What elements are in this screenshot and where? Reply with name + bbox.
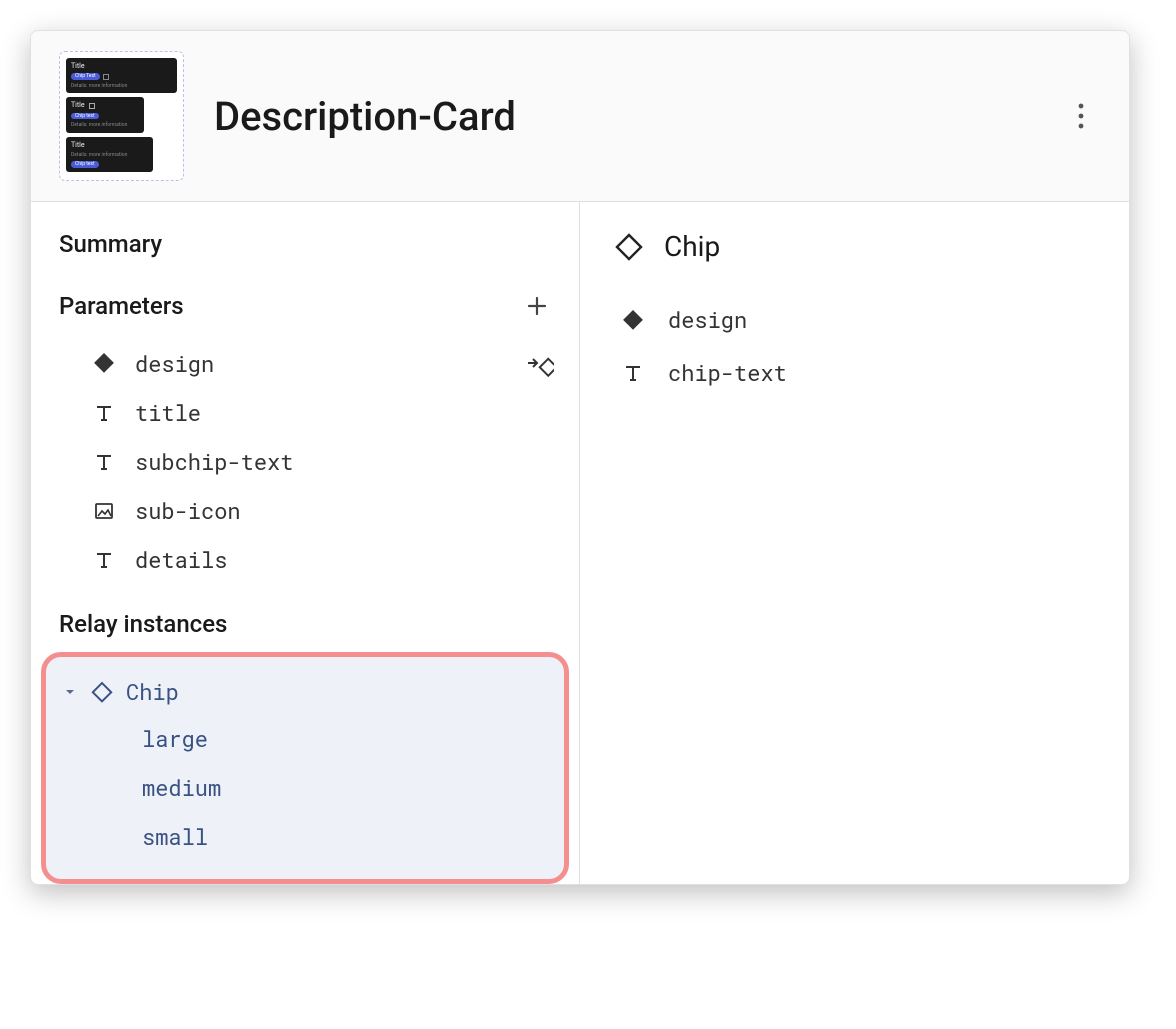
parameter-row-title[interactable]: title [31, 388, 579, 437]
detail-property-label: chip-text [668, 358, 787, 387]
image-icon [91, 498, 117, 524]
panel-body: Summary Parameters design [31, 202, 1129, 884]
diamond-outline-icon [614, 232, 644, 262]
parameter-row-subchip-text[interactable]: subchip-text [31, 437, 579, 486]
component-title: Description-Card [214, 93, 1061, 140]
caret-down-icon [62, 686, 78, 698]
variant-label: medium [142, 773, 221, 802]
detail-header: Chip [614, 230, 1101, 263]
panel-header: Title Chip Text Details: more informatio… [31, 31, 1129, 202]
detail-property-chip-text[interactable]: chip-text [614, 346, 1101, 399]
summary-heading[interactable]: Summary [31, 230, 579, 258]
plus-icon [525, 294, 549, 318]
parameter-row-sub-icon[interactable]: sub-icon [31, 486, 579, 535]
relay-instances-highlight: Chip large medium small [41, 652, 569, 884]
variant-label: large [142, 724, 208, 753]
diamond-filled-icon [620, 307, 646, 333]
text-icon [91, 400, 117, 426]
diamond-outline-icon [90, 680, 114, 704]
arrow-into-diamond-icon [525, 348, 555, 378]
component-thumbnail: Title Chip Text Details: more informatio… [59, 51, 184, 181]
add-parameter-button[interactable] [519, 288, 555, 324]
relay-variant-large[interactable]: large [56, 714, 554, 763]
parameters-heading: Parameters [59, 292, 519, 320]
text-icon [91, 449, 117, 475]
relay-variant-small[interactable]: small [56, 812, 554, 861]
parameter-label: sub-icon [135, 496, 555, 525]
detail-title: Chip [664, 230, 720, 263]
more-menu-button[interactable] [1061, 96, 1101, 136]
variant-label: small [142, 822, 208, 851]
parameter-label: subchip-text [135, 447, 555, 476]
text-icon [91, 547, 117, 573]
parameters-header: Parameters [31, 288, 579, 324]
detail-property-design[interactable]: design [614, 293, 1101, 346]
text-icon [620, 360, 646, 386]
parameter-label: details [135, 545, 555, 574]
component-panel: Title Chip Text Details: more informatio… [30, 30, 1130, 885]
relay-variant-medium[interactable]: medium [56, 763, 554, 812]
parameter-label: title [135, 398, 555, 427]
parameter-row-details[interactable]: details [31, 535, 579, 584]
parameter-label: design [135, 349, 507, 378]
detail-property-label: design [668, 305, 747, 334]
diamond-filled-icon [91, 350, 117, 376]
right-column: Chip design chip-text [580, 202, 1129, 884]
relay-instance-label: Chip [126, 677, 179, 706]
relay-instances-heading: Relay instances [31, 610, 579, 638]
parameter-row-design[interactable]: design [31, 338, 579, 388]
more-vertical-icon [1078, 103, 1084, 129]
relay-instance-chip[interactable]: Chip [56, 669, 554, 714]
left-column: Summary Parameters design [31, 202, 580, 884]
